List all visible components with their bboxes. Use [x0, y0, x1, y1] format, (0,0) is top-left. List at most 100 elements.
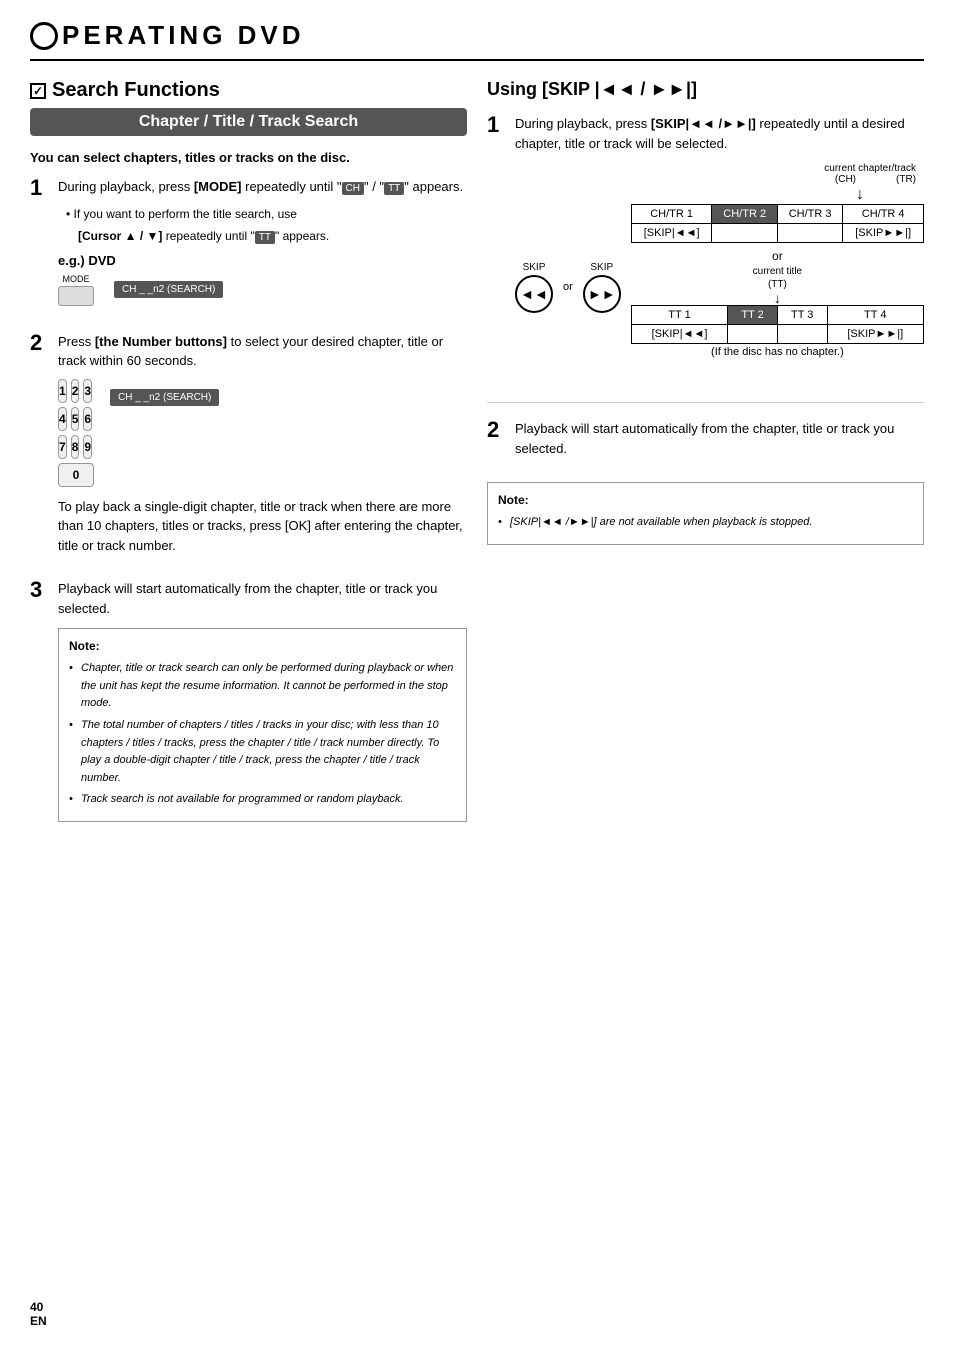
right-step-1: 1 During playback, press [SKIP|◄◄ /►►|] …	[487, 114, 924, 386]
display-screen-2: CH _ _n2 (SEARCH)	[110, 389, 219, 406]
right-step-2: 2 Playback will start automatically from…	[487, 419, 924, 466]
or-center: or	[631, 249, 924, 263]
right-step-2-text: Playback will start automatically from t…	[515, 419, 924, 458]
tt-4: TT 4	[827, 306, 923, 325]
num-8[interactable]: 8	[71, 435, 80, 459]
num-6[interactable]: 6	[83, 407, 92, 431]
content-columns: ✓ Search Functions Chapter / Title / Tra…	[30, 79, 924, 838]
left-note-box: Note: Chapter, title or track search can…	[58, 628, 467, 822]
page-lang: EN	[30, 1314, 47, 1328]
tt-table: TT 1 TT 2 TT 3 TT 4 [SKIP|◄◄]	[631, 305, 924, 344]
ch-tr-header-row: CH/TR 1 CH/TR 2 CH/TR 3 CH/TR 4	[631, 205, 923, 224]
ch-tr-1: CH/TR 1	[631, 205, 712, 224]
num-4[interactable]: 4	[58, 407, 67, 431]
page-container: PERATING DVD ✓ Search Functions Chapter …	[0, 0, 954, 1348]
right-note-list: [SKIP|◄◄ /►►|] are not available when pl…	[498, 514, 913, 532]
skip-back-button[interactable]: ◄◄	[515, 275, 553, 313]
numpad-grid: 1 2 3 4 5 6 7 8	[58, 379, 94, 487]
step-1-sub1: • If you want to perform the title searc…	[66, 205, 467, 223]
section-title: ✓ Search Functions	[30, 79, 467, 102]
step-1-sub2: [Cursor ▲ / ▼] repeatedly until "TT" app…	[78, 227, 467, 245]
skip-back-area: SKIP ◄◄	[515, 262, 553, 313]
num-5[interactable]: 5	[71, 407, 80, 431]
left-note-title: Note:	[69, 637, 456, 656]
step-3-number: 3	[30, 579, 50, 601]
between-step-text: To play back a single-digit chapter, tit…	[58, 497, 467, 556]
arrow-down-ch: ↓	[515, 186, 924, 204]
ch-tr-3: CH/TR 3	[777, 205, 842, 224]
header-circle-icon	[30, 22, 58, 50]
right-section-title: Using [SKIP |◄◄ / ►►|]	[487, 79, 924, 100]
tt-empty2	[777, 325, 827, 344]
ch-label: (CH)	[835, 174, 856, 185]
tt-label: (TT)	[631, 279, 924, 290]
right-section-title-text: Using [SKIP |◄◄ / ►►|]	[487, 79, 697, 99]
step-2-text: Press [the Number buttons] to select you…	[58, 332, 467, 371]
numpad-area: 1 2 3 4 5 6 7 8	[58, 379, 467, 487]
skip-back-ch: [SKIP|◄◄]	[631, 224, 712, 243]
left-note-item-2: The total number of chapters / titles / …	[69, 717, 456, 787]
tt-2: TT 2	[728, 306, 778, 325]
skip-back-label: SKIP	[523, 262, 546, 273]
tt-header-row: TT 1 TT 2 TT 3 TT 4	[631, 306, 923, 325]
ch-tr-empty1	[712, 224, 777, 243]
skip-fwd-label: SKIP	[590, 262, 613, 273]
arrow-down-tt: ↓	[631, 291, 924, 305]
skip-diagram: current chapter/track (CH) (TR) ↓	[515, 163, 924, 370]
eg-label: e.g.) DVD	[58, 253, 467, 268]
page-number: 40	[30, 1300, 43, 1314]
skip-fwd-area: SKIP ►►	[583, 262, 621, 313]
right-step-1-number: 1	[487, 114, 507, 136]
step-3-content: Playback will start automatically from t…	[58, 579, 467, 822]
ch-tr-4: CH/TR 4	[843, 205, 924, 224]
num-0[interactable]: 0	[58, 463, 94, 487]
step-2-number: 2	[30, 332, 50, 354]
tt-3: TT 3	[777, 306, 827, 325]
skip-back-tt: [SKIP|◄◄]	[631, 325, 727, 344]
num-3[interactable]: 3	[83, 379, 92, 403]
section-title-text: Search Functions	[52, 79, 220, 102]
step-1-number: 1	[30, 177, 50, 199]
left-column: ✓ Search Functions Chapter / Title / Tra…	[30, 79, 467, 838]
intro-text: You can select chapters, titles or track…	[30, 150, 467, 165]
right-step-1-content: During playback, press [SKIP|◄◄ /►►|] re…	[515, 114, 924, 386]
remote-area: MODE CH _ _n2 (SEARCH)	[58, 274, 467, 306]
step-1-text: During playback, press [MODE] repeatedly…	[58, 177, 467, 197]
skip-fwd-ch: [SKIP►►|]	[843, 224, 924, 243]
right-note-box: Note: [SKIP|◄◄ /►►|] are not available w…	[487, 482, 924, 545]
skip-fwd-button[interactable]: ►►	[583, 275, 621, 313]
step-2-content: Press [the Number buttons] to select you…	[58, 332, 467, 564]
left-step-2: 2 Press [the Number buttons] to select y…	[30, 332, 467, 564]
chapter-banner: Chapter / Title / Track Search	[30, 108, 467, 136]
ch-tr-label-row: [SKIP|◄◄] [SKIP►►|]	[631, 224, 923, 243]
left-note-item-3: Track search is not available for progra…	[69, 791, 456, 809]
right-column: Using [SKIP |◄◄ / ►►|] 1 During playback…	[487, 79, 924, 838]
tt-label-row: [SKIP|◄◄] [SKIP►►|]	[631, 325, 923, 344]
left-step-3: 3 Playback will start automatically from…	[30, 579, 467, 822]
mode-button[interactable]: MODE	[58, 274, 94, 306]
left-note-item-1: Chapter, title or track search can only …	[69, 660, 456, 713]
tt-empty1	[728, 325, 778, 344]
current-ch-label: current chapter/track	[515, 163, 924, 174]
ch-tr-table: CH/TR 1 CH/TR 2 CH/TR 3 CH/TR 4 [SKIP|◄◄…	[631, 204, 924, 243]
num-1[interactable]: 1	[58, 379, 67, 403]
or-text-skip: or	[563, 281, 573, 293]
right-step-1-text: During playback, press [SKIP|◄◄ /►►|] re…	[515, 114, 924, 153]
display-screen-1: CH _ _n2 (SEARCH)	[114, 281, 223, 298]
num-9[interactable]: 9	[83, 435, 92, 459]
step-3-text: Playback will start automatically from t…	[58, 579, 467, 618]
ch-tr-labels: (CH) (TR)	[515, 174, 924, 185]
right-divider	[487, 402, 924, 403]
no-chapter-text: (If the disc has no chapter.)	[631, 346, 924, 358]
page-header: PERATING DVD	[30, 20, 924, 61]
num-2[interactable]: 2	[71, 379, 80, 403]
step-1-content: During playback, press [MODE] repeatedly…	[58, 177, 467, 316]
num-7[interactable]: 7	[58, 435, 67, 459]
page-title: PERATING DVD	[62, 20, 305, 51]
ch-tr-table-area: CH/TR 1 CH/TR 2 CH/TR 3 CH/TR 4 [SKIP|◄◄…	[631, 204, 924, 370]
left-note-list: Chapter, title or track search can only …	[69, 660, 456, 809]
page-footer: 40 EN	[30, 1300, 47, 1328]
right-note-title: Note:	[498, 491, 913, 510]
right-step-2-content: Playback will start automatically from t…	[515, 419, 924, 466]
tt-1: TT 1	[631, 306, 727, 325]
